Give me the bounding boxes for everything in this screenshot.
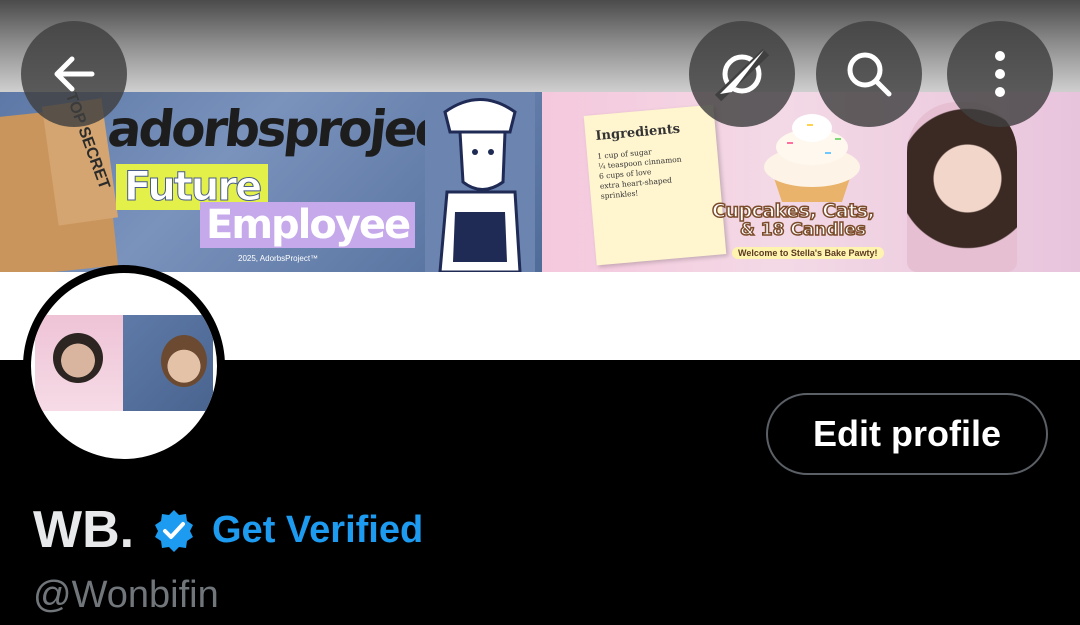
- get-verified-link[interactable]: Get Verified: [212, 507, 423, 553]
- banner-character-illustration: [425, 92, 535, 272]
- translate-button[interactable]: [689, 21, 795, 127]
- banner-event-title-line1: Cupcakes, Cats,: [711, 199, 875, 223]
- back-button[interactable]: [21, 21, 127, 127]
- profile-handle: @Wonbifin: [33, 574, 219, 616]
- more-vertical-icon: [995, 51, 1005, 97]
- banner-event-title-line2: & 18 Candles: [739, 219, 867, 241]
- edit-profile-button[interactable]: Edit profile: [766, 393, 1048, 475]
- profile-banner[interactable]: TOP SECRET adorbsproject™ Future Employe…: [0, 92, 1080, 272]
- banner-line-employee: Employee: [200, 202, 416, 248]
- avatar-portrait-1: [53, 333, 103, 383]
- arrow-left-icon: [54, 56, 95, 92]
- search-icon: [847, 52, 892, 97]
- ingredients-title: Ingredients: [594, 121, 681, 144]
- banner-welcome-tag: Welcome to Stella's Bake Pawty!: [732, 247, 884, 259]
- more-options-button[interactable]: [947, 21, 1053, 127]
- avatar[interactable]: [31, 273, 217, 459]
- avatar-portrait-2: [161, 335, 207, 387]
- banner-ingredients-card: Ingredients 1 cup of sugar ¼ teaspoon ci…: [583, 104, 727, 266]
- ingredients-body: 1 cup of sugar ¼ teaspoon cinnamon 6 cup…: [596, 147, 682, 201]
- translate-icon: [714, 48, 770, 102]
- banner-copyright: 2025, AdorbsProject™: [238, 254, 319, 263]
- banner-portrait: [907, 102, 1017, 272]
- verified-badge-icon[interactable]: [152, 508, 196, 552]
- profile-display-name: WB.: [33, 501, 135, 559]
- search-button[interactable]: [816, 21, 922, 127]
